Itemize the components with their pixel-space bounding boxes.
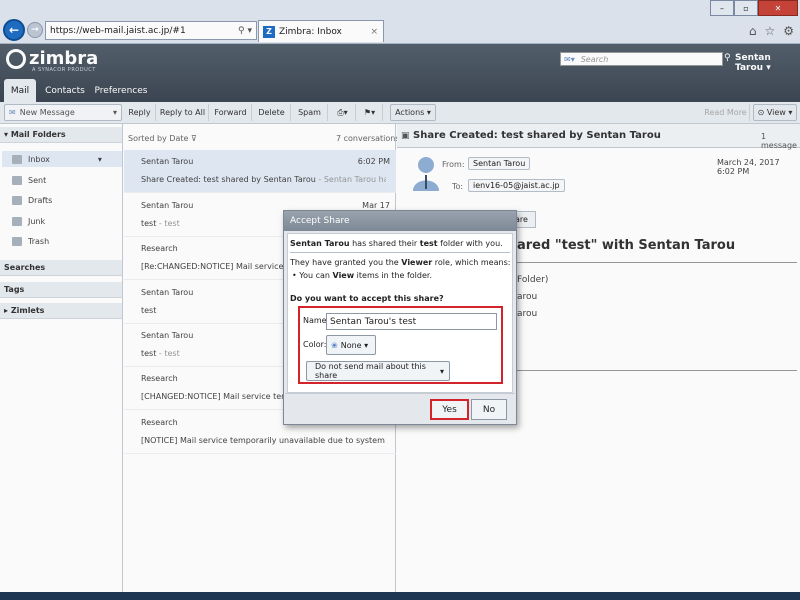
color-label: Color: — [303, 340, 327, 349]
permission-bullet: • You can View items in the folder. — [292, 271, 432, 280]
role-line: They have granted you the Viewer role, w… — [290, 258, 511, 267]
share-name-input[interactable]: Sentan Tarou's test — [326, 313, 497, 330]
color-select[interactable]: ❀ None ▾ — [326, 335, 376, 355]
accept-question: Do you want to accept this share? — [290, 294, 444, 303]
chevron-down-icon: ▾ — [439, 366, 444, 376]
dialog-title: Accept Share — [284, 211, 516, 231]
divider — [285, 393, 515, 394]
no-button[interactable]: No — [471, 399, 507, 420]
yes-button[interactable]: Yes — [430, 399, 469, 420]
mail-option-select[interactable]: Do not send mail about this share ▾ — [306, 361, 450, 381]
color-palette-icon: ❀ — [331, 340, 338, 350]
divider — [290, 252, 510, 253]
taskbar — [0, 592, 800, 600]
share-info-line: Sentan Tarou has shared their test folde… — [290, 239, 503, 248]
